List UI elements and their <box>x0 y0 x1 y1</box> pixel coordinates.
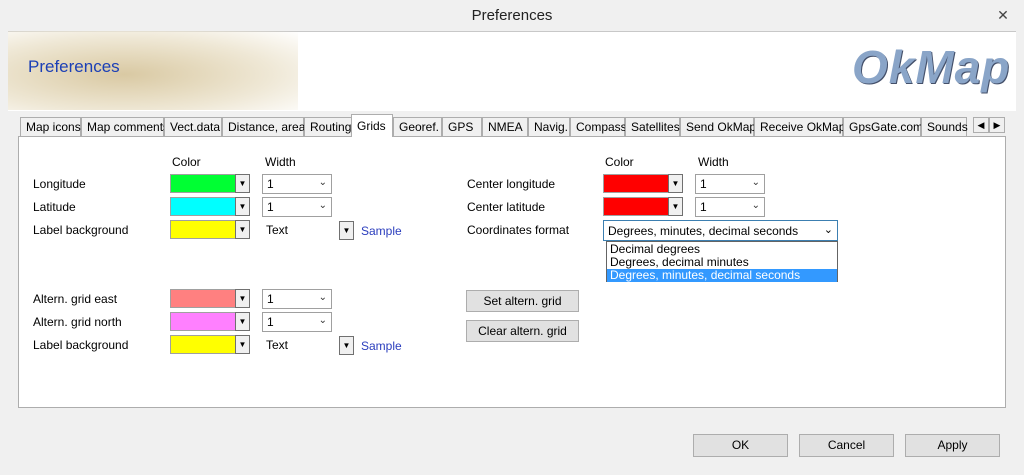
altern-grid-north-width-select[interactable]: 1 ⌄ <box>262 312 332 332</box>
altern-sample-text: Sample <box>361 339 402 353</box>
latitude-width-select[interactable]: 1 ⌄ <box>262 197 332 217</box>
label-background-label: Label background <box>33 223 129 237</box>
tab-distance-area[interactable]: Distance, area <box>222 117 305 136</box>
ok-button[interactable]: OK <box>693 434 788 457</box>
chevron-down-icon: ⌄ <box>823 224 833 236</box>
coordinates-format-label: Coordinates format <box>467 223 570 237</box>
center-longitude-dropdown-icon[interactable]: ▼ <box>668 174 683 193</box>
tab-scroll-left-icon[interactable]: ◀ <box>973 117 989 133</box>
tab-send-okmap[interactable]: Send OkMap <box>680 117 756 136</box>
center-longitude-width-value: 1 <box>700 177 707 191</box>
text-color-dropdown-icon[interactable]: ▼ <box>339 221 354 240</box>
longitude-color-dropdown-icon[interactable]: ▼ <box>235 174 250 193</box>
tab-routing[interactable]: Routing <box>304 117 352 136</box>
tab-receive-okmap[interactable]: Receive OkMap <box>754 117 845 136</box>
tab-satellites[interactable]: Satellites <box>625 117 680 136</box>
tab-navig[interactable]: Navig. <box>528 117 570 136</box>
coordinates-format-value: Degrees, minutes, decimal seconds <box>608 224 799 238</box>
altern-text-color-label: Text <box>266 338 289 352</box>
tab-georef[interactable]: Georef. <box>393 117 442 136</box>
close-icon[interactable]: ✕ <box>990 3 1016 27</box>
altern-grid-east-width-value: 1 <box>267 292 274 306</box>
chevron-down-icon: ⌄ <box>751 200 760 211</box>
altern-grid-east-label: Altern. grid east <box>33 292 118 306</box>
tab-map-comments[interactable]: Map comments <box>81 117 169 136</box>
chevron-down-icon: ⌄ <box>318 315 327 326</box>
chevron-down-icon: ⌄ <box>318 292 327 303</box>
altern-label-background-dropdown-icon[interactable]: ▼ <box>235 335 250 354</box>
tab-map-icons[interactable]: Map icons <box>20 117 81 136</box>
banner-title: Preferences <box>28 57 120 76</box>
altern-grid-north-width-value: 1 <box>267 315 274 329</box>
altern-grid-north-label: Altern. grid north <box>33 315 122 329</box>
center-longitude-width-select[interactable]: 1 ⌄ <box>695 174 765 194</box>
app-logo: OkMap <box>852 41 1011 93</box>
apply-button[interactable]: Apply <box>905 434 1000 457</box>
longitude-label: Longitude <box>33 177 86 191</box>
tab-gps[interactable]: GPS <box>442 117 482 136</box>
option-degrees-minutes-decimal-seconds[interactable]: Degrees, minutes, decimal seconds <box>607 269 837 282</box>
tab-scroll-right-icon[interactable]: ▶ <box>989 117 1005 133</box>
latitude-width-value: 1 <box>267 200 274 214</box>
latitude-label: Latitude <box>33 200 76 214</box>
altern-grid-north-dropdown-icon[interactable]: ▼ <box>235 312 250 331</box>
coordinates-format-select[interactable]: Degrees, minutes, decimal seconds ⌄ <box>603 220 838 241</box>
tab-grids[interactable]: Grids <box>351 114 393 137</box>
altern-grid-east-width-select[interactable]: 1 ⌄ <box>262 289 332 309</box>
center-longitude-label: Center longitude <box>467 177 556 191</box>
grid-width-header: Width <box>265 155 296 169</box>
chevron-down-icon: ⌄ <box>751 177 760 188</box>
chevron-down-icon: ⌄ <box>318 177 327 188</box>
tab-compass[interactable]: Compass <box>570 117 627 136</box>
set-altern-grid-button[interactable]: Set altern. grid <box>466 290 579 312</box>
tab-sounds[interactable]: Sounds <box>921 117 968 136</box>
clear-altern-grid-button[interactable]: Clear altern. grid <box>466 320 579 342</box>
label-background-dropdown-icon[interactable]: ▼ <box>235 220 250 239</box>
center-latitude-width-select[interactable]: 1 ⌄ <box>695 197 765 217</box>
center-latitude-width-value: 1 <box>700 200 707 214</box>
center-color-header: Color <box>605 155 634 169</box>
center-latitude-dropdown-icon[interactable]: ▼ <box>668 197 683 216</box>
tab-vect-data[interactable]: Vect.data <box>164 117 222 136</box>
longitude-width-value: 1 <box>267 177 274 191</box>
grid-color-header: Color <box>172 155 201 169</box>
center-width-header: Width <box>698 155 729 169</box>
cancel-button[interactable]: Cancel <box>799 434 894 457</box>
text-color-label: Text <box>266 223 289 237</box>
latitude-color-dropdown-icon[interactable]: ▼ <box>235 197 250 216</box>
tab-gpsgate[interactable]: GpsGate.com <box>843 117 923 136</box>
tab-nmea[interactable]: NMEA <box>482 117 528 136</box>
window-title: Preferences <box>471 7 553 24</box>
altern-grid-east-dropdown-icon[interactable]: ▼ <box>235 289 250 308</box>
center-latitude-label: Center latitude <box>467 200 546 214</box>
longitude-width-select[interactable]: 1 ⌄ <box>262 174 332 194</box>
coordinates-format-options: Decimal degrees Degrees, decimal minutes… <box>606 241 838 282</box>
chevron-down-icon: ⌄ <box>318 200 327 211</box>
altern-label-background-label: Label background <box>33 338 129 352</box>
altern-text-color-dropdown-icon[interactable]: ▼ <box>339 336 354 355</box>
sample-text: Sample <box>361 224 402 238</box>
